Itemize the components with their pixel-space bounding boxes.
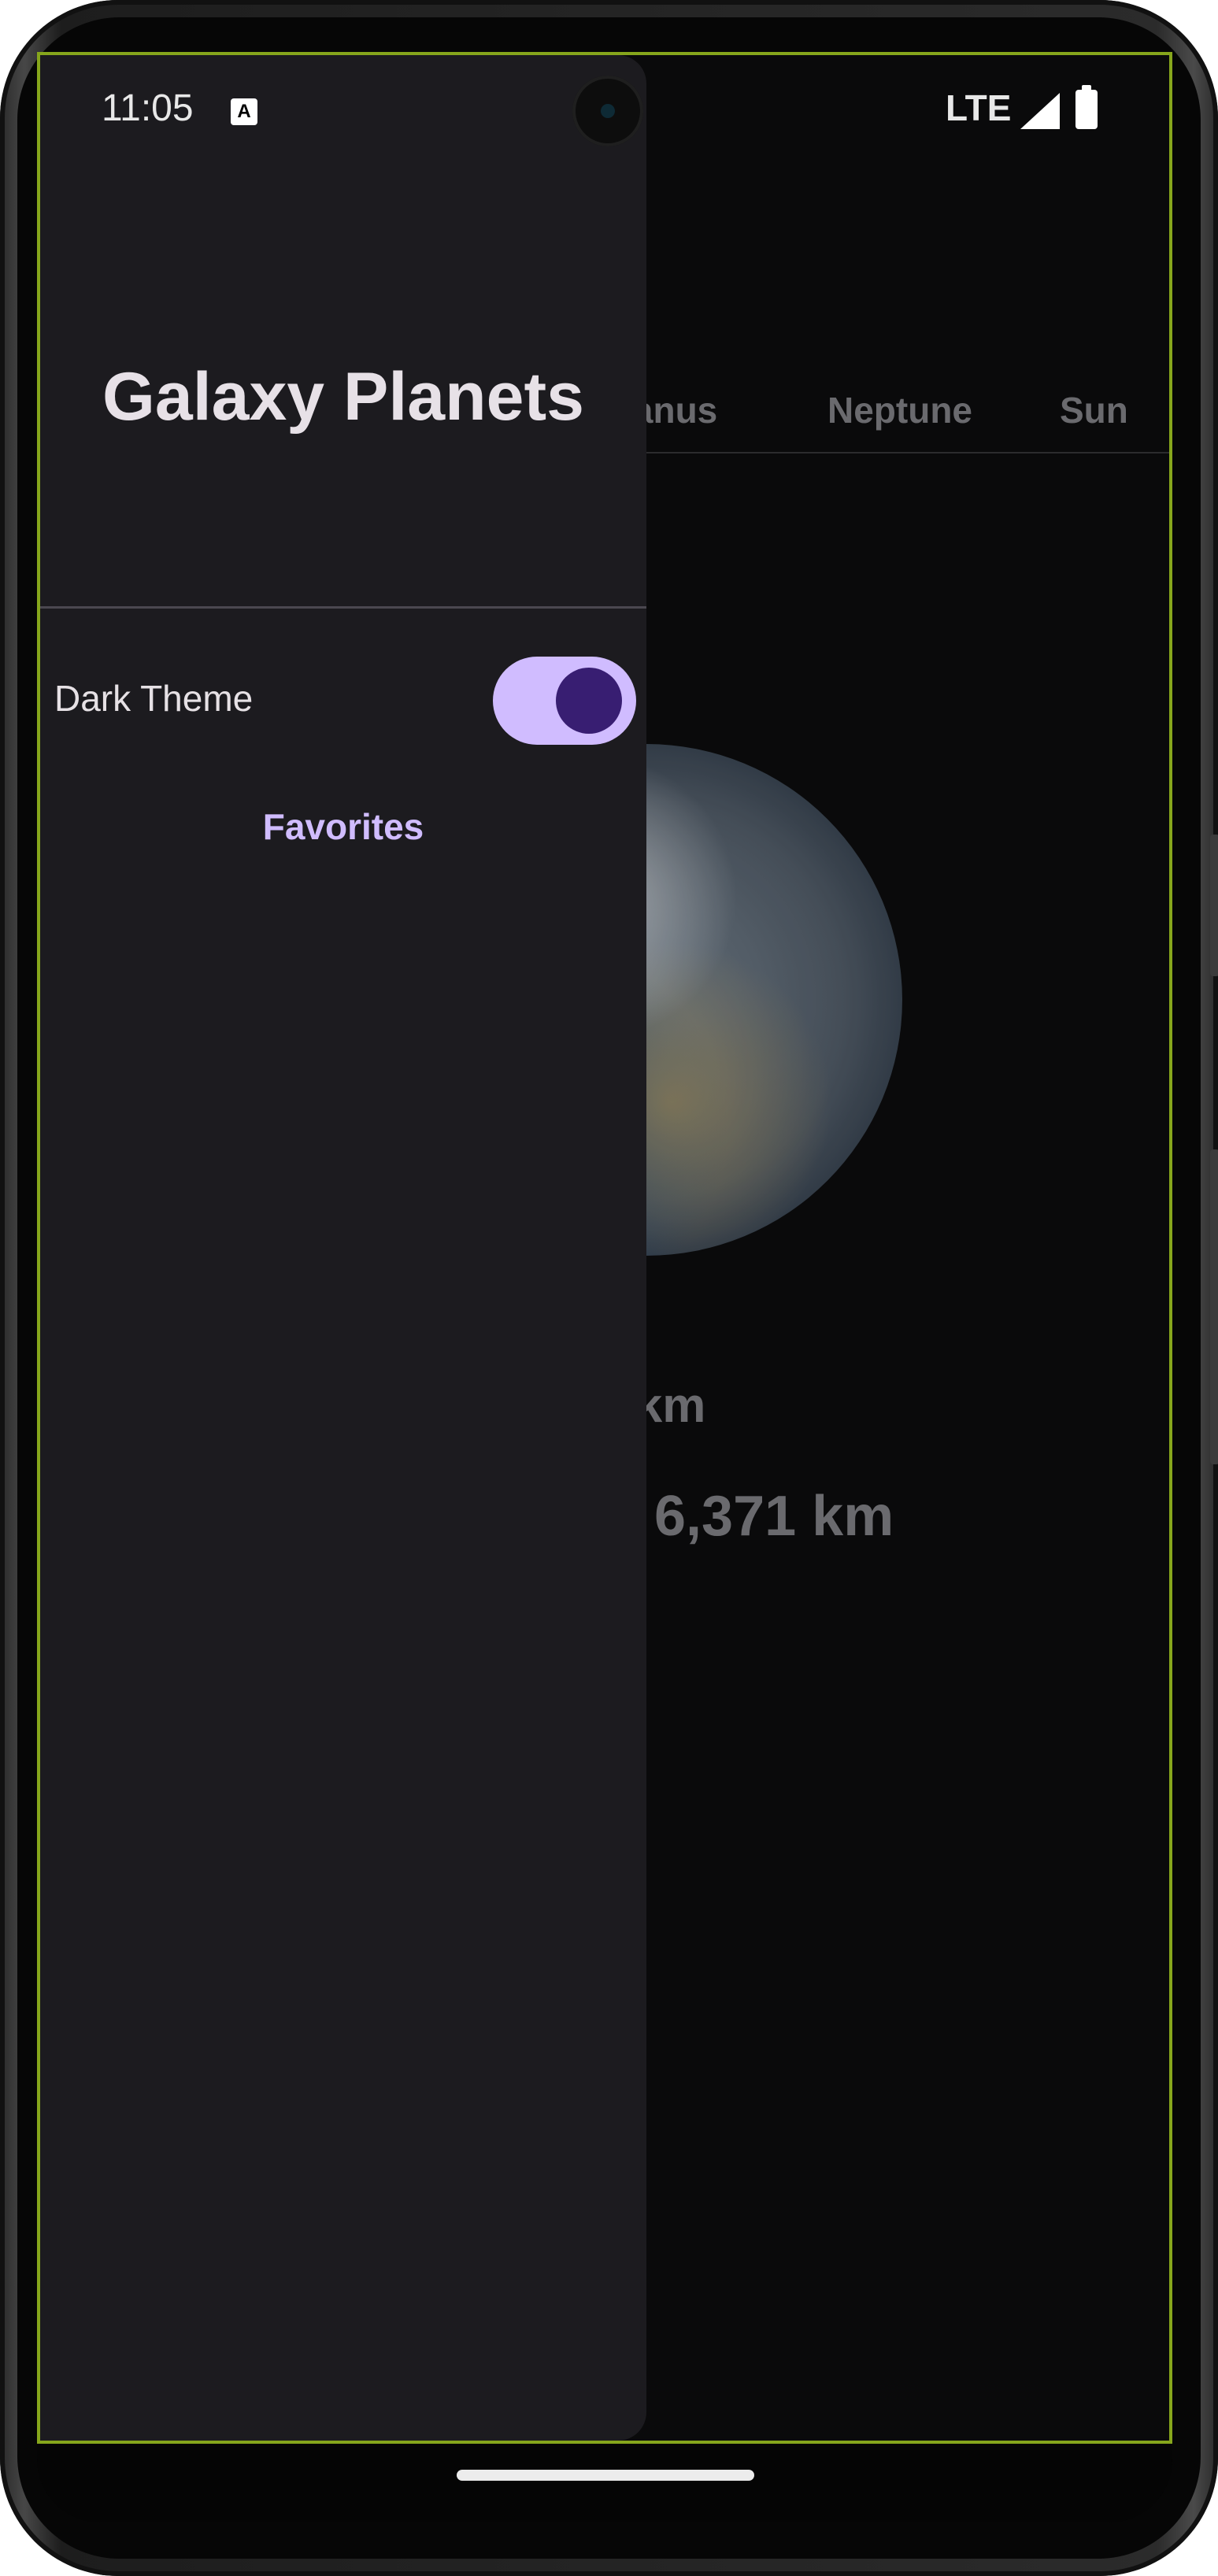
navigation-drawer: Galaxy Planets Dark Theme Favorites [40, 55, 646, 2441]
battery-icon [1075, 85, 1098, 129]
network-type: LTE [946, 87, 1012, 128]
screen: ranus Neptune Sun th rth: 0 Million km 6… [37, 52, 1172, 2444]
tab-neptune[interactable]: Neptune [827, 389, 972, 431]
front-camera [572, 76, 643, 146]
dark-theme-row: Dark Theme [40, 653, 646, 748]
navigation-bar [37, 2444, 1172, 2522]
status-time: 11:05 [102, 87, 194, 129]
drawer-divider [40, 606, 646, 609]
power-button [1210, 1149, 1218, 1464]
planet-radius: 6,371 km [654, 1485, 894, 1548]
home-indicator[interactable] [457, 2470, 754, 2481]
tab-sun[interactable]: Sun [1060, 389, 1128, 431]
toggle-thumb [556, 668, 622, 734]
signal-icon [1020, 93, 1060, 129]
volume-button [1210, 835, 1218, 976]
accessibility-a-icon: A [231, 98, 257, 125]
favorites-button[interactable]: Favorites [229, 791, 457, 862]
status-bar: 11:05 A LTE [40, 55, 1169, 165]
dark-theme-label: Dark Theme [54, 678, 254, 719]
dark-theme-toggle[interactable] [493, 657, 636, 745]
drawer-title: Galaxy Planets [102, 359, 584, 435]
